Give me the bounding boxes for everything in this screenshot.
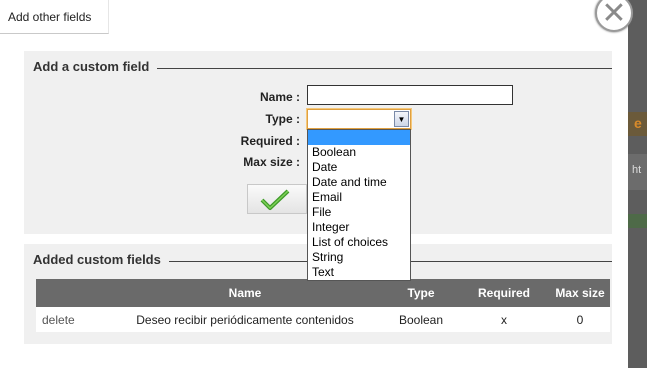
- type-option-text[interactable]: Text: [308, 265, 410, 280]
- save-field-button[interactable]: [247, 184, 307, 214]
- type-option-list-of-choices[interactable]: List of choices: [308, 235, 410, 250]
- type-option-empty[interactable]: [308, 130, 410, 145]
- type-option-file[interactable]: File: [308, 205, 410, 220]
- type-label: Type :: [265, 112, 300, 126]
- checkmark-icon: [260, 189, 290, 210]
- delete-link[interactable]: delete: [36, 307, 106, 332]
- type-option-date-and-time[interactable]: Date and time: [308, 175, 410, 190]
- column-header-max-size: Max size: [550, 279, 610, 307]
- type-option-boolean[interactable]: Boolean: [308, 145, 410, 160]
- custom-fields-table: Name Type Required Max size delete Deseo…: [36, 279, 610, 332]
- field-type-cell: Boolean: [384, 307, 458, 332]
- backdrop-strip-orange: e: [628, 112, 647, 136]
- type-option-date[interactable]: Date: [308, 160, 410, 175]
- column-header-required: Required: [458, 279, 550, 307]
- type-select[interactable]: ▼: [306, 108, 412, 130]
- page-backdrop: e ht: [628, 0, 647, 368]
- field-required-cell: x: [458, 307, 550, 332]
- section-title: Add a custom field: [33, 59, 158, 74]
- field-name-cell: Deseo recibir periódicamente contenidos: [106, 307, 384, 332]
- required-label: Required :: [240, 134, 300, 148]
- custom-fields-modal: Add other fields Add a custom field Name…: [0, 0, 633, 368]
- section-title: Added custom fields: [33, 252, 169, 267]
- tab-label: Add other fields: [8, 10, 92, 24]
- backdrop-strip-green: [628, 214, 647, 228]
- column-header-type: Type: [384, 279, 458, 307]
- type-option-integer[interactable]: Integer: [308, 220, 410, 235]
- name-input[interactable]: [307, 85, 513, 105]
- type-option-email[interactable]: Email: [308, 190, 410, 205]
- close-icon[interactable]: ✕: [595, 0, 633, 32]
- table-header-row: Name Type Required Max size: [36, 279, 610, 307]
- column-header-action: [36, 279, 106, 307]
- name-label: Name :: [259, 90, 300, 104]
- type-dropdown-list[interactable]: Boolean Date Date and time Email File In…: [307, 129, 411, 281]
- tab-add-other-fields[interactable]: Add other fields: [0, 0, 109, 34]
- add-custom-field-legend: Add a custom field: [33, 59, 612, 75]
- field-max-size-cell: 0: [550, 307, 610, 332]
- type-option-string[interactable]: String: [308, 250, 410, 265]
- table-row: delete Deseo recibir periódicamente cont…: [36, 307, 610, 332]
- column-header-name: Name: [106, 279, 384, 307]
- max-size-label: Max size :: [243, 155, 300, 169]
- chevron-down-icon[interactable]: ▼: [394, 111, 409, 127]
- backdrop-strip-gray: ht: [628, 154, 647, 190]
